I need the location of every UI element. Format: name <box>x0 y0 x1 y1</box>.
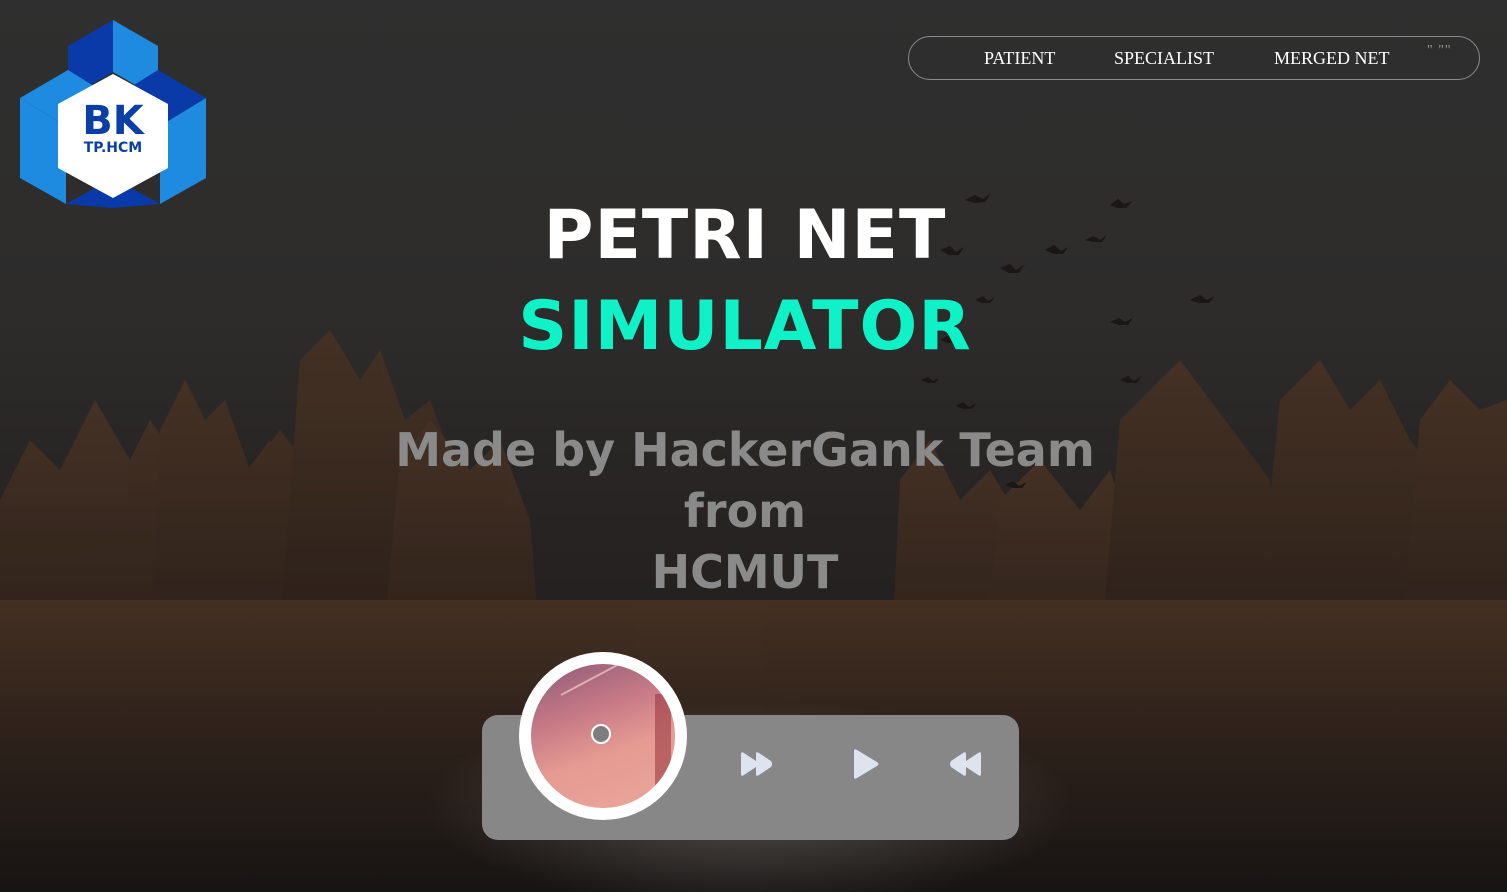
subtitle-line-1: Made by HackerGank Team from <box>395 423 1095 538</box>
title-line-2: SIMULATOR <box>518 287 972 366</box>
album-disc[interactable] <box>519 652 687 820</box>
nav-extra-text: " "" <box>1427 43 1452 58</box>
bk-logo[interactable]: BK TP.HCM <box>18 18 208 208</box>
album-art-streak <box>560 664 668 696</box>
nav-item-merged-net[interactable]: MERGED NET <box>1274 48 1390 69</box>
logo-text-tphcm: TP.HCM <box>84 140 142 156</box>
rewind-icon[interactable] <box>945 744 985 784</box>
title-line-1: PETRI NET <box>543 196 947 275</box>
album-art <box>531 664 675 808</box>
fast-forward-icon[interactable] <box>737 744 777 784</box>
album-art-post <box>655 694 671 794</box>
disc-hole <box>591 724 611 744</box>
logo-text-bk: BK <box>82 98 145 144</box>
nav-item-specialist[interactable]: SPECIALIST <box>1114 48 1214 69</box>
play-icon[interactable] <box>845 744 885 784</box>
page: BK TP.HCM PATIENT SPECIALIST MERGED NET … <box>0 0 1507 892</box>
nav-item-patient[interactable]: PATIENT <box>984 48 1055 69</box>
subtitle-line-2: HCMUT <box>651 545 839 599</box>
subtitle: Made by HackerGank Team from HCMUT <box>360 420 1130 603</box>
top-nav: PATIENT SPECIALIST MERGED NET " "" <box>908 36 1480 80</box>
